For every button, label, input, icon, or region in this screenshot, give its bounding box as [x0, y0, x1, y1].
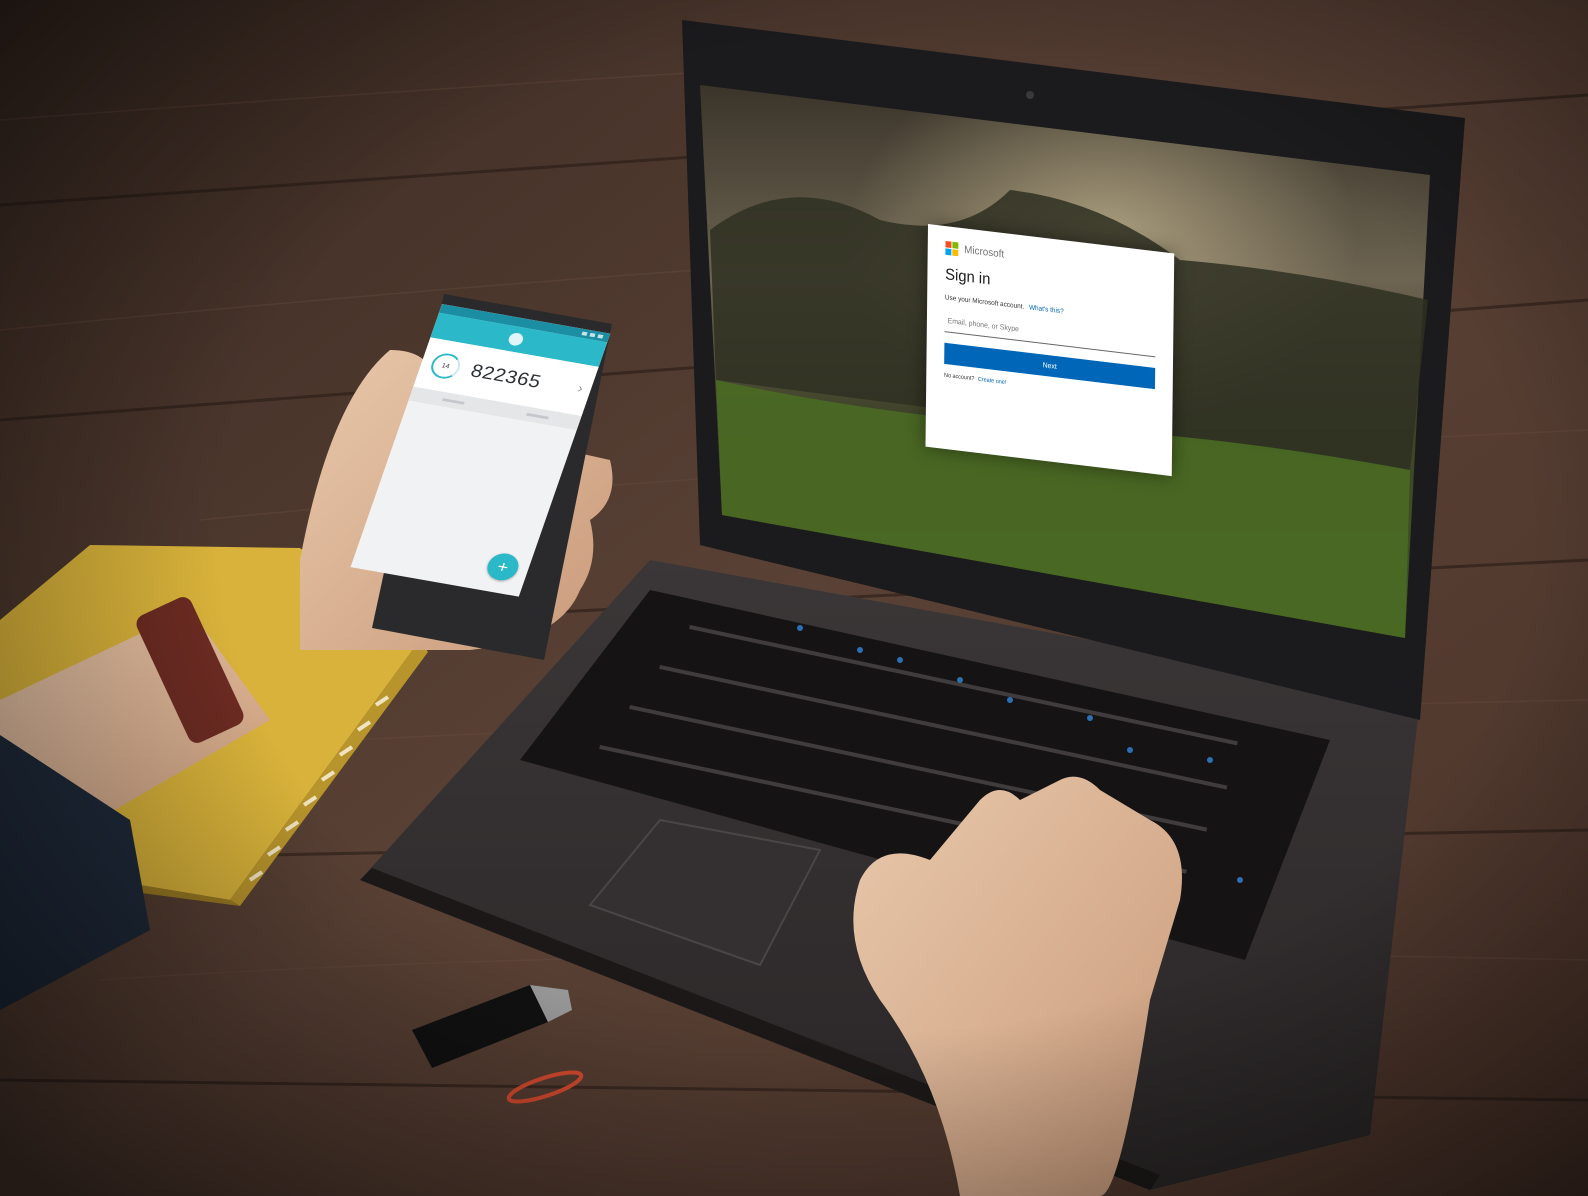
- no-account-text: No account?: [944, 372, 975, 383]
- scene-illustration: [0, 0, 1588, 1196]
- authenticator-app-icon: [506, 331, 525, 347]
- timer-value: 14: [440, 362, 451, 370]
- brand-name: Microsoft: [964, 244, 1005, 261]
- whats-this-link[interactable]: What's this?: [1029, 304, 1064, 316]
- microsoft-logo-icon: [945, 240, 959, 257]
- add-icon[interactable]: +: [483, 551, 523, 583]
- photo-scene: [0, 0, 1588, 1196]
- microsoft-signin-dialog: Microsoft Sign in Use your Microsoft acc…: [925, 224, 1175, 477]
- signin-subtitle-text: Use your Microsoft account.: [944, 293, 1025, 311]
- chevron-right-icon[interactable]: ›: [576, 380, 586, 395]
- otp-code: 822365: [468, 360, 544, 392]
- timer-icon: 14: [427, 351, 464, 381]
- create-account-link[interactable]: Create one!: [978, 376, 1006, 386]
